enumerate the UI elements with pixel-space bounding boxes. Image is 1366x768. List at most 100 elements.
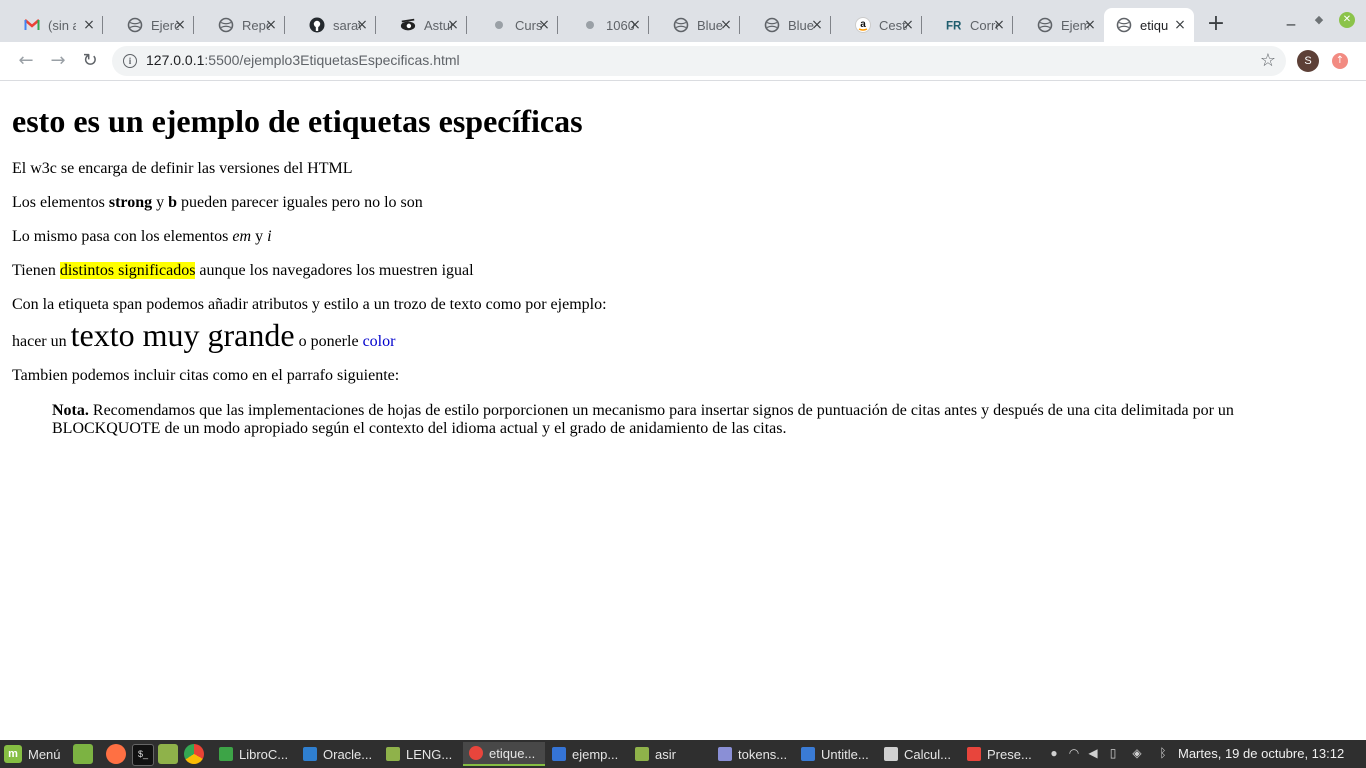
text: hacer un	[12, 333, 71, 350]
wifi-icon[interactable]: ◠	[1068, 747, 1080, 759]
show-desktop-icon[interactable]	[73, 744, 93, 764]
tab-ejemplo[interactable]: Ejemplo ×	[1013, 8, 1104, 42]
bookmark-star-icon[interactable]: ☆	[1260, 50, 1276, 71]
text: o ponerle	[294, 333, 363, 350]
reload-icon[interactable]: ↻	[78, 49, 102, 73]
close-icon[interactable]: ×	[81, 17, 97, 33]
loading-icon	[491, 17, 507, 33]
paragraph-w3c: El w3c se encarga de definir las version…	[12, 160, 353, 177]
tab-repositorio[interactable]: Repositorio ×	[194, 8, 285, 42]
bluetooth-icon[interactable]: ᛒ	[1157, 747, 1169, 759]
close-icon[interactable]: ×	[718, 17, 734, 33]
tab-blue-1[interactable]: Blue ×	[649, 8, 740, 42]
tab-strip: (sin asunto) × Ejercicios × Repositorio …	[0, 0, 1366, 42]
address-bar[interactable]: i 127.0.0.1:5500/ejemplo3EtiquetasEspeci…	[112, 46, 1286, 76]
calculator-icon	[884, 747, 898, 761]
chrome-icon	[469, 746, 483, 760]
tab-asturias[interactable]: Asturias ×	[376, 8, 467, 42]
task-leng[interactable]: LENG...	[380, 742, 462, 766]
text: y	[251, 228, 268, 245]
task-label: LibroC...	[239, 746, 289, 762]
firefox-icon[interactable]	[106, 744, 126, 764]
close-icon[interactable]: ×	[172, 17, 188, 33]
task-untitled[interactable]: Untitle...	[795, 742, 877, 766]
paragraph-span-example: hacer un texto muy grande o ponerle colo…	[12, 317, 395, 354]
em-text: em	[232, 228, 252, 245]
close-icon[interactable]: ×	[536, 17, 552, 33]
tab-cesta[interactable]: a Cesta ×	[831, 8, 922, 42]
tab-cursos[interactable]: Cursos ×	[467, 8, 558, 42]
back-arrow-icon[interactable]: ←	[14, 49, 38, 73]
text: Tienen	[12, 262, 60, 279]
start-menu-button[interactable]: m Menú	[4, 743, 61, 765]
close-icon[interactable]: ×	[627, 17, 643, 33]
page-content: esto es un ejemplo de etiquetas específi…	[0, 81, 1366, 738]
close-icon[interactable]: ×	[263, 17, 279, 33]
info-icon[interactable]: i	[123, 54, 137, 68]
profile-avatar[interactable]: S	[1297, 50, 1319, 72]
big-text: texto muy grande	[70, 317, 295, 353]
task-asir[interactable]: asir	[629, 742, 711, 766]
forward-arrow-icon[interactable]: →	[46, 49, 70, 73]
text-editor-icon	[718, 747, 732, 761]
text: Lo mismo pasa con los elementos	[12, 228, 233, 245]
paragraph-mark: Tienen distintos significados aunque los…	[12, 262, 474, 280]
italic-text: i	[267, 228, 272, 245]
update-icon[interactable]: ↑	[1332, 53, 1348, 69]
url-text[interactable]: 127.0.0.1:5500/ejemplo3EtiquetasEspecifi…	[146, 52, 460, 68]
terminal-icon[interactable]: $_	[132, 744, 154, 766]
tab-github[interactable]: saraw ×	[285, 8, 376, 42]
close-icon[interactable]: ×	[1082, 17, 1098, 33]
task-label: LENG...	[406, 746, 453, 762]
task-presentacion[interactable]: Prese...	[961, 742, 1043, 766]
close-icon[interactable]: ×	[354, 17, 370, 33]
task-etiquetas[interactable]: etique...	[463, 742, 545, 766]
maximize-icon[interactable]: ◆	[1311, 12, 1327, 28]
tab-correo[interactable]: FR Correo ×	[922, 8, 1013, 42]
clock[interactable]: Martes, 19 de octubre, 13:12	[1178, 746, 1344, 761]
text: y	[152, 194, 169, 211]
close-icon[interactable]: ×	[991, 17, 1007, 33]
chrome-icon[interactable]	[184, 744, 204, 764]
highlighted-text: distintos significados	[59, 262, 196, 279]
gmail-icon	[24, 17, 40, 33]
task-oracle[interactable]: Oracle...	[297, 742, 379, 766]
text: pueden parecer iguales pero no lo son	[177, 194, 423, 211]
svg-text:FR: FR	[946, 20, 962, 32]
close-icon[interactable]: ×	[900, 17, 916, 33]
menu-label: Menú	[28, 746, 61, 762]
globe-icon	[673, 17, 689, 33]
tab-ejercicios[interactable]: Ejercicios ×	[103, 8, 194, 42]
page-title: esto es un ejemplo de etiquetas específi…	[12, 103, 583, 139]
tab-blue-2[interactable]: Blue ×	[740, 8, 831, 42]
svg-text:a: a	[860, 19, 866, 30]
window-close-icon[interactable]: ✕	[1339, 12, 1355, 28]
tab-etiquetas-active[interactable]: etiquetas ×	[1104, 8, 1194, 42]
close-icon[interactable]: ×	[1172, 17, 1188, 33]
clipboard-icon[interactable]: ▯	[1107, 747, 1119, 759]
globe-icon	[127, 17, 143, 33]
paragraph-em-i: Lo mismo pasa con los elementos em y i	[12, 228, 272, 246]
minimize-icon[interactable]: ▁	[1283, 12, 1299, 28]
quote-bold: Nota.	[52, 402, 89, 419]
tab-gmail[interactable]: (sin asunto) ×	[0, 8, 103, 42]
tab-1060[interactable]: 1060 ×	[558, 8, 649, 42]
task-tokens[interactable]: tokens...	[712, 742, 794, 766]
task-calculadora[interactable]: Calcul...	[878, 742, 960, 766]
close-icon[interactable]: ×	[445, 17, 461, 33]
paragraph-strong-b: Los elementos strong y b pueden parecer …	[12, 194, 423, 212]
paragraph-citas: Tambien podemos incluir citas como en el…	[12, 367, 400, 384]
bold-text: b	[168, 194, 178, 211]
document-icon	[801, 747, 815, 761]
user-icon[interactable]: ●	[1048, 747, 1060, 759]
files-icon[interactable]	[158, 744, 178, 764]
globe-icon	[1116, 17, 1132, 33]
task-ejemplo[interactable]: ejemp...	[546, 742, 628, 766]
shield-icon[interactable]: ◈	[1131, 747, 1143, 759]
close-icon[interactable]: ×	[809, 17, 825, 33]
new-tab-button[interactable]: +	[1204, 12, 1228, 36]
task-label: Oracle...	[323, 746, 373, 762]
volume-icon[interactable]: ◀	[1087, 747, 1099, 759]
presentation-icon	[967, 747, 981, 761]
task-libroc[interactable]: LibroC...	[213, 742, 295, 766]
